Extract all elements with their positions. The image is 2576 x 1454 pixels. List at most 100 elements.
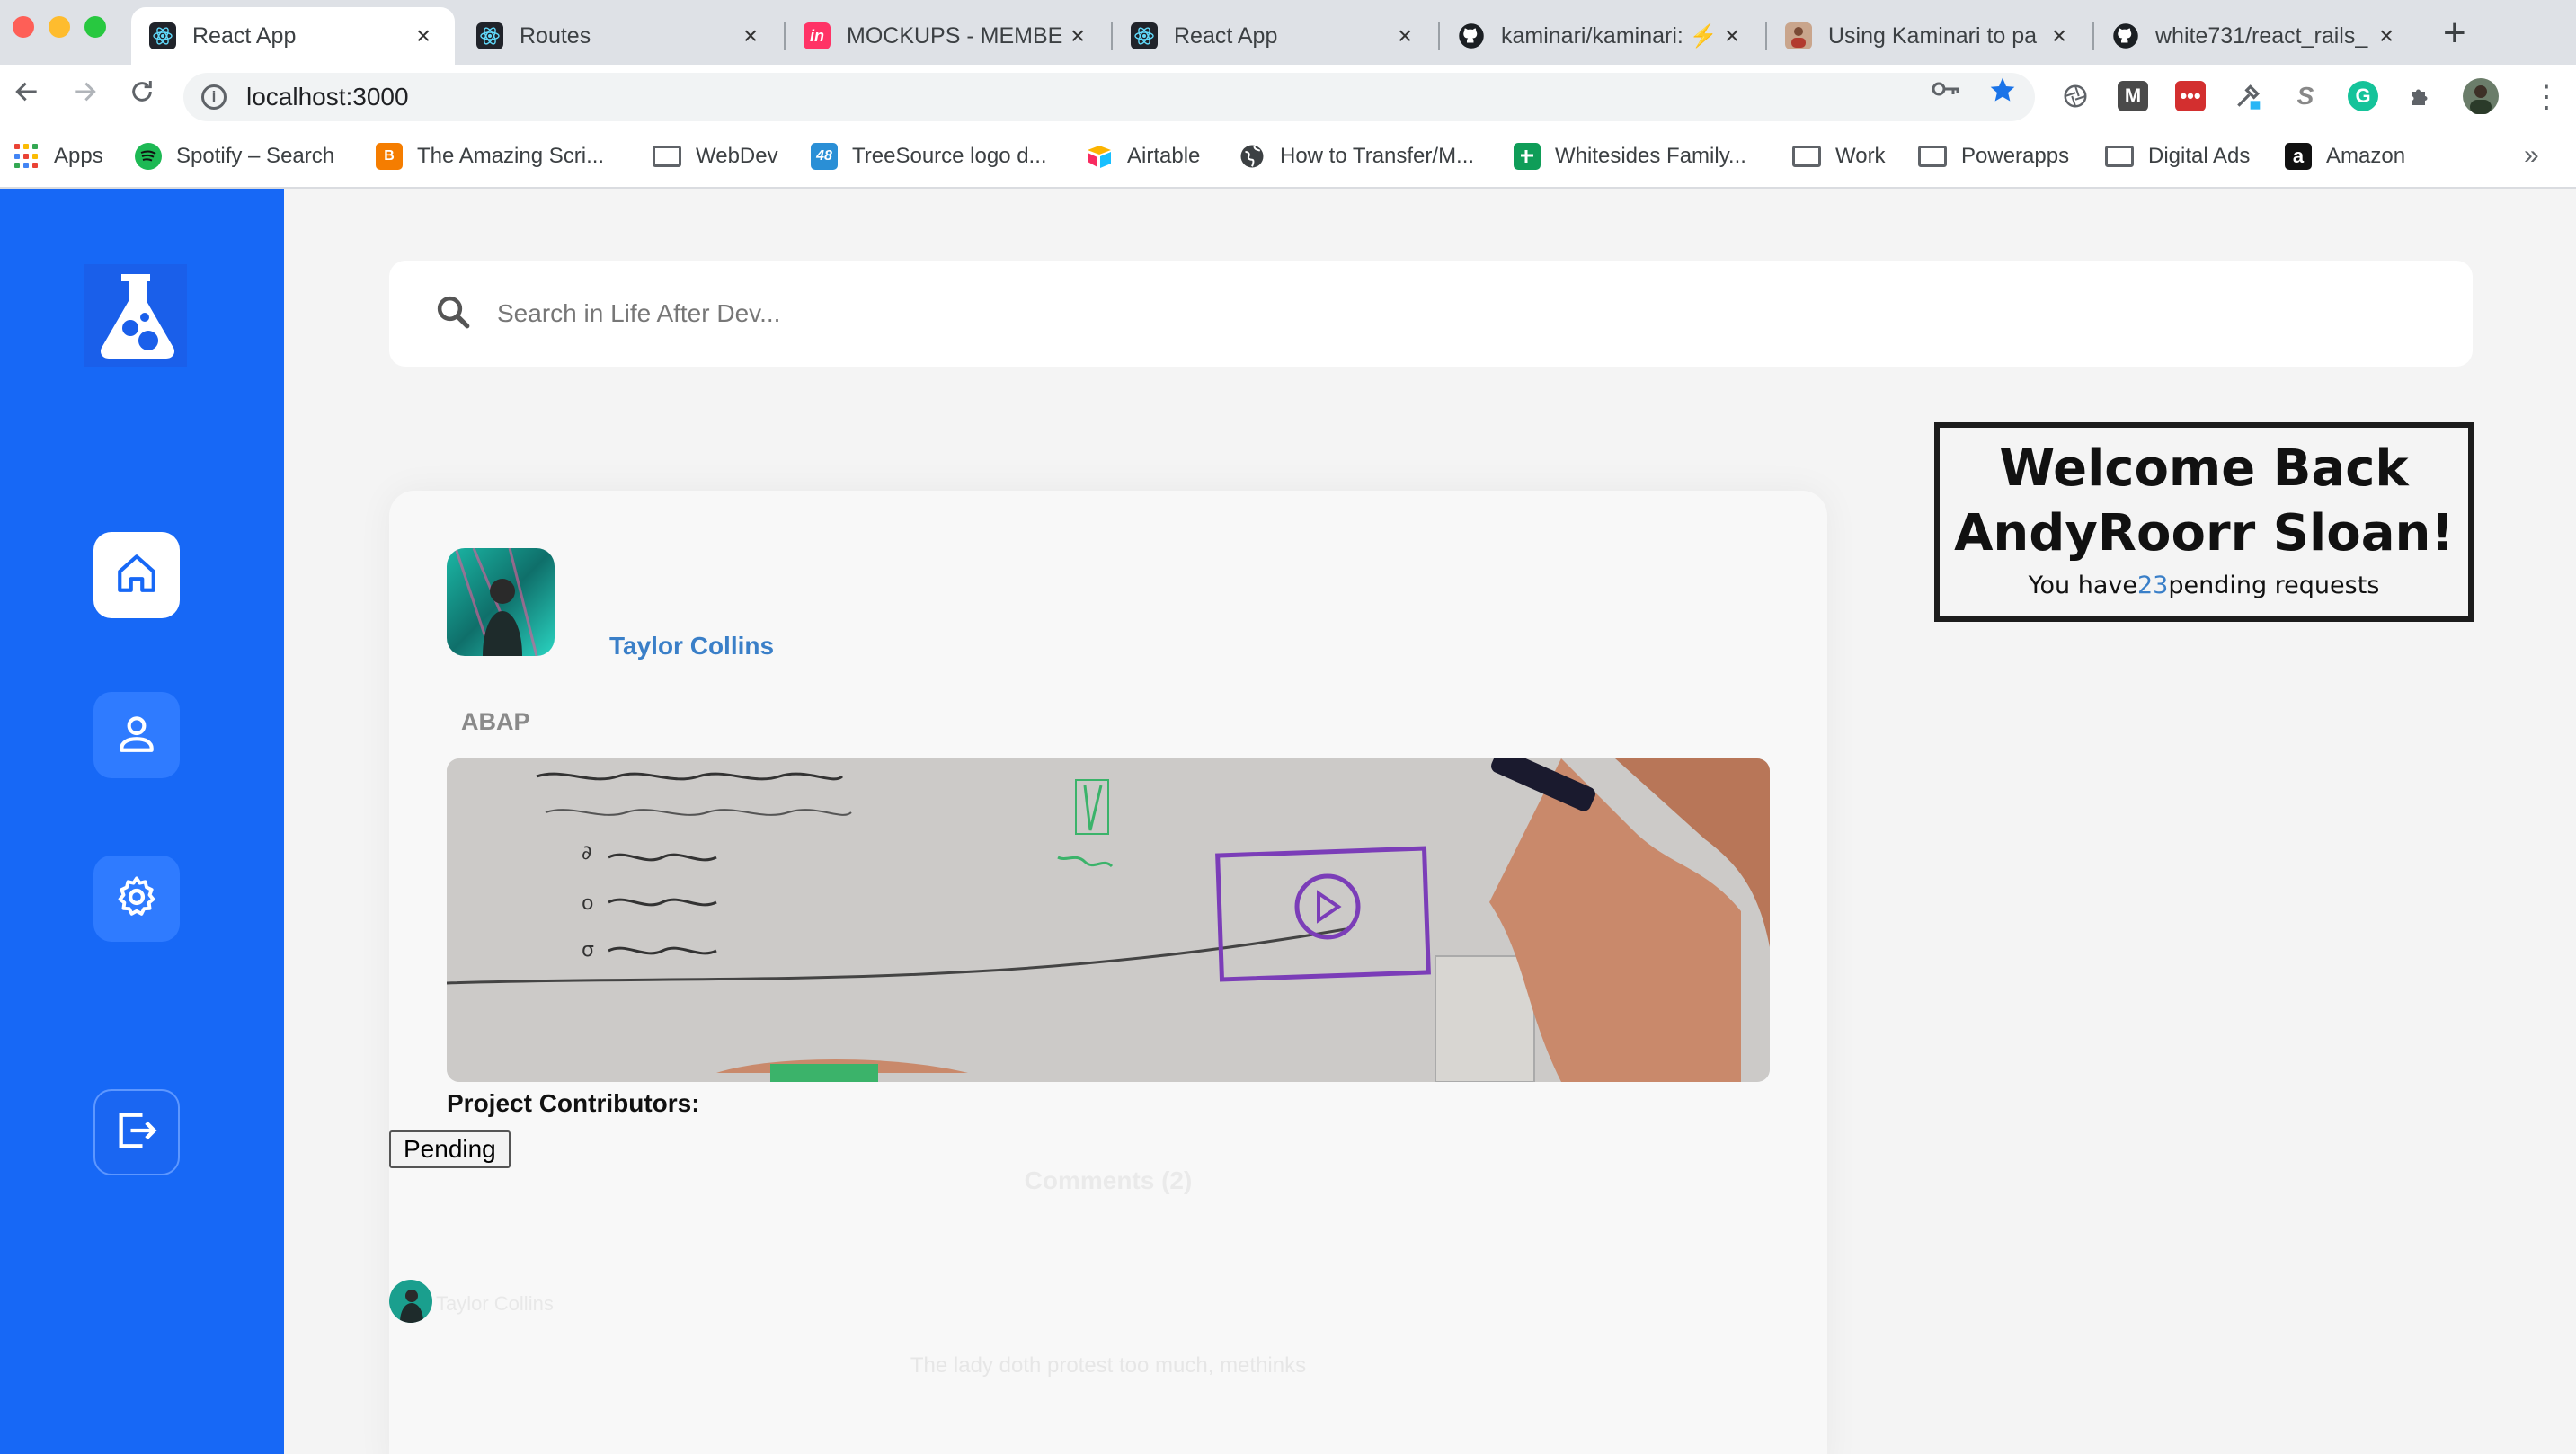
bookmark-treesource[interactable]: 48 TreeSource logo d... — [811, 138, 1047, 174]
close-icon[interactable]: × — [2373, 22, 2400, 50]
lastpass-icon[interactable]: ••• — [2175, 81, 2206, 111]
close-icon[interactable]: × — [410, 22, 437, 50]
browser-tab[interactable]: React App × — [131, 7, 455, 65]
flask-logo-icon[interactable] — [84, 264, 187, 367]
search-bar[interactable] — [389, 261, 2473, 367]
reload-icon[interactable] — [128, 77, 156, 114]
browser-tab[interactable]: Routes × — [458, 7, 782, 65]
puzzle-icon[interactable] — [2405, 81, 2436, 111]
s-extension-icon[interactable]: S — [2290, 81, 2321, 111]
svg-text:σ: σ — [582, 939, 594, 962]
blogger-icon: B — [376, 143, 403, 170]
browser-tab[interactable]: in MOCKUPS - MEMBE × — [786, 7, 1109, 65]
bookmark-webdev[interactable]: WebDev — [653, 138, 778, 174]
url-text: localhost:3000 — [246, 83, 409, 111]
key-icon[interactable] — [1931, 75, 1961, 110]
search-icon — [434, 293, 472, 335]
close-icon[interactable]: × — [2046, 22, 2073, 50]
eyedropper-icon[interactable] — [2233, 81, 2263, 111]
new-tab-button[interactable]: + — [2443, 11, 2466, 56]
bookmark-transfer[interactable]: How to Transfer/M... — [1239, 138, 1474, 174]
comments-heading: Comments (2) — [1024, 1166, 1193, 1194]
browser-tab-bar: React App × Routes × in MOCKUPS - MEMBE … — [0, 0, 2576, 65]
tab-title: MOCKUPS - MEMBE — [847, 22, 1063, 49]
folder-icon — [2105, 146, 2134, 167]
tab-title: React App — [1174, 22, 1278, 49]
welcome-panel: Welcome Back AndyRoorr Sloan! You have23… — [1934, 422, 2474, 622]
back-arrow-icon[interactable] — [13, 77, 41, 114]
svg-text:∂: ∂ — [582, 842, 591, 864]
bookmark-label: Digital Ads — [2148, 144, 2251, 168]
post-card: ABAP ∂ o σ Project Contributors: Pending… — [389, 491, 1827, 1454]
bookmark-whitesides[interactable]: Whitesides Family... — [1514, 138, 1746, 174]
logout-icon — [113, 1107, 160, 1158]
author-avatar[interactable] — [447, 548, 555, 656]
folder-icon — [1792, 146, 1821, 167]
aperture-icon[interactable] — [2060, 81, 2091, 111]
comment-avatar — [389, 1280, 432, 1323]
window-close-button[interactable] — [13, 16, 34, 38]
invision-icon: in — [804, 22, 831, 49]
pending-button[interactable]: Pending — [389, 1130, 511, 1168]
window-minimize-button[interactable] — [49, 16, 70, 38]
bookmark-apps[interactable]: Apps — [14, 138, 103, 174]
react-icon — [476, 22, 503, 49]
tab-title: Using Kaminari to pa — [1828, 22, 2038, 49]
bookmark-label: WebDev — [696, 144, 778, 168]
bookmark-blogger[interactable]: B The Amazing Scri... — [376, 138, 604, 174]
react-icon — [1131, 22, 1158, 49]
close-icon[interactable]: × — [1719, 22, 1745, 50]
grammarly-icon[interactable]: G — [2348, 81, 2378, 111]
search-input[interactable] — [497, 299, 2385, 328]
bookmark-amazon[interactable]: a Amazon — [2285, 138, 2405, 174]
amazon-icon: a — [2285, 143, 2312, 170]
bookmarks-overflow-button[interactable]: » — [2524, 140, 2539, 171]
comment-author: Taylor Collins — [436, 1292, 554, 1315]
bookmark-work[interactable]: Work — [1792, 138, 1886, 174]
pending-requests-text: You have23pending requests — [1940, 572, 2468, 599]
welcome-title: Welcome Back AndyRoorr Sloan! — [1954, 439, 2454, 563]
comment-body: The lady doth protest too much, methinks — [910, 1353, 1307, 1378]
bookmark-digital-ads[interactable]: Digital Ads — [2105, 138, 2250, 174]
browser-tab[interactable]: React App × — [1113, 7, 1436, 65]
home-icon — [114, 551, 159, 600]
medium-icon[interactable]: M — [2118, 81, 2148, 111]
sidebar-item-logout[interactable] — [93, 1089, 180, 1175]
requests-count[interactable]: 23 — [2137, 572, 2168, 599]
bookmark-label: Work — [1835, 144, 1886, 168]
window-maximize-button[interactable] — [84, 16, 106, 38]
bookmark-label: Whitesides Family... — [1555, 144, 1746, 168]
apps-grid-icon — [14, 144, 40, 169]
tab-title: React App — [192, 22, 297, 49]
forward-arrow-icon[interactable] — [70, 77, 99, 114]
more-menu-icon[interactable]: ⋮ — [2531, 79, 2562, 115]
folder-icon — [653, 146, 681, 167]
browser-tab[interactable]: Using Kaminari to pa × — [1767, 7, 2091, 65]
bookmark-powerapps[interactable]: Powerapps — [1918, 138, 2069, 174]
spotify-icon — [135, 143, 162, 170]
sidebar-item-profile[interactable] — [93, 692, 180, 778]
bookmark-label: Amazon — [2326, 144, 2406, 168]
info-icon[interactable]: i — [201, 84, 227, 110]
bookmark-airtable[interactable]: Airtable — [1086, 138, 1200, 174]
treesource-icon: 48 — [811, 143, 838, 170]
address-bar[interactable]: i localhost:3000 — [183, 73, 2035, 121]
svg-text:o: o — [582, 892, 593, 915]
bookmark-spotify[interactable]: Spotify – Search — [135, 138, 334, 174]
person-icon — [1785, 22, 1812, 49]
requests-prefix: You have — [2028, 572, 2137, 599]
browser-tab[interactable]: kaminari/kaminari: ⚡ × — [1440, 7, 1763, 65]
close-icon[interactable]: × — [737, 22, 764, 50]
browser-tab[interactable]: white731/react_rails_ × — [2094, 7, 2418, 65]
star-icon[interactable] — [1988, 75, 2017, 111]
sidebar-item-home[interactable] — [93, 532, 180, 618]
profile-avatar[interactable] — [2463, 78, 2499, 114]
close-icon[interactable]: × — [1391, 22, 1418, 50]
requests-suffix: pending requests — [2168, 572, 2380, 599]
gear-icon — [113, 873, 160, 925]
bookmark-label: Airtable — [1127, 144, 1201, 168]
close-icon[interactable]: × — [1064, 22, 1091, 50]
tab-title: white731/react_rails_ — [2155, 22, 2368, 49]
author-name[interactable]: Taylor Collins — [609, 632, 774, 661]
sidebar-item-settings[interactable] — [93, 856, 180, 942]
